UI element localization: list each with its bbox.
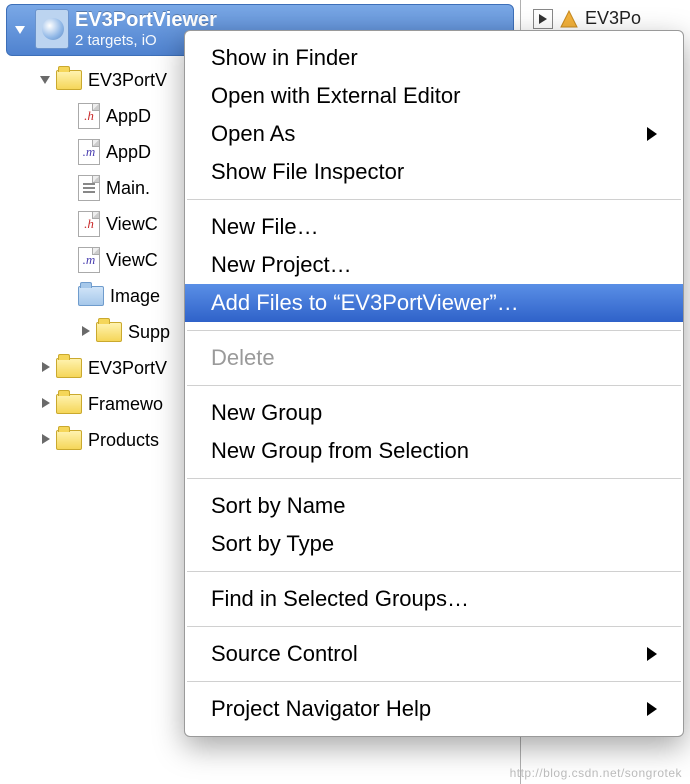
tree-label: Framewo xyxy=(88,394,163,415)
menu-find-in-groups[interactable]: Find in Selected Groups… xyxy=(185,580,683,618)
tree-label: Supp xyxy=(128,322,170,343)
menu-new-file[interactable]: New File… xyxy=(185,208,683,246)
menu-show-file-inspector[interactable]: Show File Inspector xyxy=(185,153,683,191)
menu-open-external[interactable]: Open with External Editor xyxy=(185,77,683,115)
chevron-right-icon xyxy=(647,127,657,141)
folder-icon xyxy=(56,394,82,414)
menu-sort-by-name[interactable]: Sort by Name xyxy=(185,487,683,525)
editor-tab[interactable]: EV3Po xyxy=(533,8,641,29)
tree-label: EV3PortV xyxy=(88,358,167,379)
project-title: EV3PortViewer xyxy=(75,9,505,32)
menu-project-navigator-help[interactable]: Project Navigator Help xyxy=(185,690,683,728)
menu-label: New Group xyxy=(211,400,322,426)
watermark: http://blog.csdn.net/songrotek xyxy=(510,766,682,780)
menu-delete: Delete xyxy=(185,339,683,377)
tree-label: EV3PortV xyxy=(88,70,167,91)
folder-icon xyxy=(56,430,82,450)
storyboard-file-icon xyxy=(78,175,100,201)
app-icon xyxy=(559,9,579,29)
menu-source-control[interactable]: Source Control xyxy=(185,635,683,673)
menu-label: Sort by Type xyxy=(211,531,334,557)
menu-label: New Project… xyxy=(211,252,352,278)
context-menu: Show in Finder Open with External Editor… xyxy=(184,30,684,737)
disclosure-closed-icon[interactable] xyxy=(78,325,92,339)
tree-label: ViewC xyxy=(106,214,158,235)
menu-label: Show File Inspector xyxy=(211,159,404,185)
menu-add-files[interactable]: Add Files to “EV3PortViewer”… xyxy=(185,284,683,322)
menu-separator xyxy=(187,478,681,479)
header-file-icon: .h xyxy=(78,103,100,129)
menu-separator xyxy=(187,626,681,627)
menu-show-in-finder[interactable]: Show in Finder xyxy=(185,39,683,77)
implementation-file-icon: .m xyxy=(78,247,100,273)
disclosure-closed-icon[interactable] xyxy=(38,433,52,447)
menu-separator xyxy=(187,330,681,331)
play-icon xyxy=(533,9,553,29)
tree-label: Products xyxy=(88,430,159,451)
menu-label: New File… xyxy=(211,214,319,240)
tree-label: AppD xyxy=(106,106,151,127)
editor-tab-label: EV3Po xyxy=(585,8,641,29)
implementation-file-icon: .m xyxy=(78,139,100,165)
disclosure-closed-icon[interactable] xyxy=(38,361,52,375)
tree-label: ViewC xyxy=(106,250,158,271)
menu-label: New Group from Selection xyxy=(211,438,469,464)
menu-separator xyxy=(187,199,681,200)
menu-label: Open As xyxy=(211,121,295,147)
tree-label: Image xyxy=(110,286,160,307)
tree-label: AppD xyxy=(106,142,151,163)
header-file-icon: .h xyxy=(78,211,100,237)
disclosure-open-icon[interactable] xyxy=(38,73,52,87)
project-icon xyxy=(35,9,69,49)
disclosure-open-icon xyxy=(15,26,25,34)
chevron-right-icon xyxy=(647,647,657,661)
menu-new-project[interactable]: New Project… xyxy=(185,246,683,284)
menu-label: Source Control xyxy=(211,641,358,667)
assets-folder-icon xyxy=(78,286,104,306)
menu-sort-by-type[interactable]: Sort by Type xyxy=(185,525,683,563)
menu-separator xyxy=(187,681,681,682)
chevron-right-icon xyxy=(647,702,657,716)
folder-icon xyxy=(56,70,82,90)
menu-label: Sort by Name xyxy=(211,493,346,519)
menu-separator xyxy=(187,571,681,572)
menu-label: Show in Finder xyxy=(211,45,358,71)
menu-new-group[interactable]: New Group xyxy=(185,394,683,432)
folder-icon xyxy=(96,322,122,342)
menu-new-group-from-selection[interactable]: New Group from Selection xyxy=(185,432,683,470)
tree-label: Main. xyxy=(106,178,150,199)
menu-label: Open with External Editor xyxy=(211,83,460,109)
disclosure-closed-icon[interactable] xyxy=(38,397,52,411)
menu-label: Delete xyxy=(211,345,275,371)
menu-separator xyxy=(187,385,681,386)
folder-icon xyxy=(56,358,82,378)
menu-open-as[interactable]: Open As xyxy=(185,115,683,153)
menu-label: Project Navigator Help xyxy=(211,696,431,722)
menu-label: Find in Selected Groups… xyxy=(211,586,469,612)
menu-label: Add Files to “EV3PortViewer”… xyxy=(211,290,519,316)
